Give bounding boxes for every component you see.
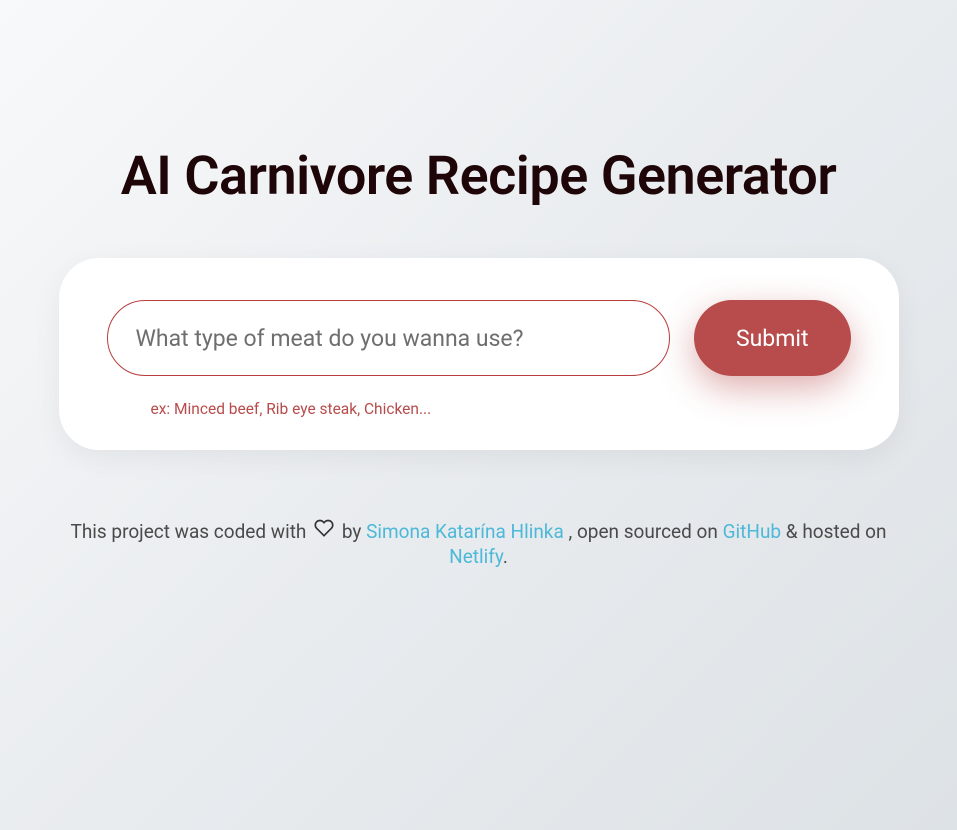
footer-prefix: This project was coded with [70, 520, 311, 543]
netlify-link[interactable]: Netlify [449, 545, 503, 568]
hint-text: ex: Minced beef, Rib eye steak, Chicken.… [151, 400, 851, 418]
footer: This project was coded with by Simona Ka… [59, 520, 899, 568]
meat-input[interactable] [107, 300, 670, 376]
footer-by: by [337, 520, 366, 543]
page-title: AI Carnivore Recipe Generator [59, 145, 899, 208]
heart-icon [314, 518, 334, 543]
input-row: Submit [107, 300, 851, 376]
github-link[interactable]: GitHub [723, 520, 781, 543]
footer-open-sourced: , open sourced on [564, 520, 723, 543]
footer-period: . [503, 545, 508, 568]
form-card: Submit ex: Minced beef, Rib eye steak, C… [59, 258, 899, 450]
submit-button[interactable]: Submit [694, 300, 851, 376]
footer-hosted: & hosted on [781, 520, 886, 543]
author-link[interactable]: Simona Katarína Hlinka [366, 520, 564, 543]
